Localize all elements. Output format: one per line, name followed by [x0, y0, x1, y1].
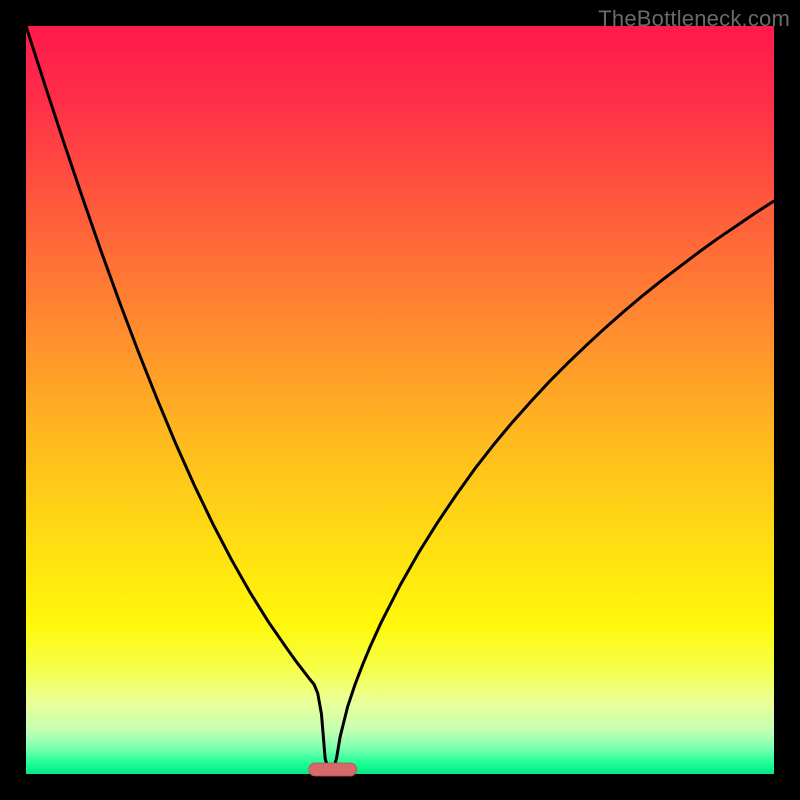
watermark-text: TheBottleneck.com: [598, 6, 790, 32]
optimal-point-marker: [309, 763, 357, 776]
chart-frame: TheBottleneck.com: [0, 0, 800, 800]
bottleneck-chart: [0, 0, 800, 800]
